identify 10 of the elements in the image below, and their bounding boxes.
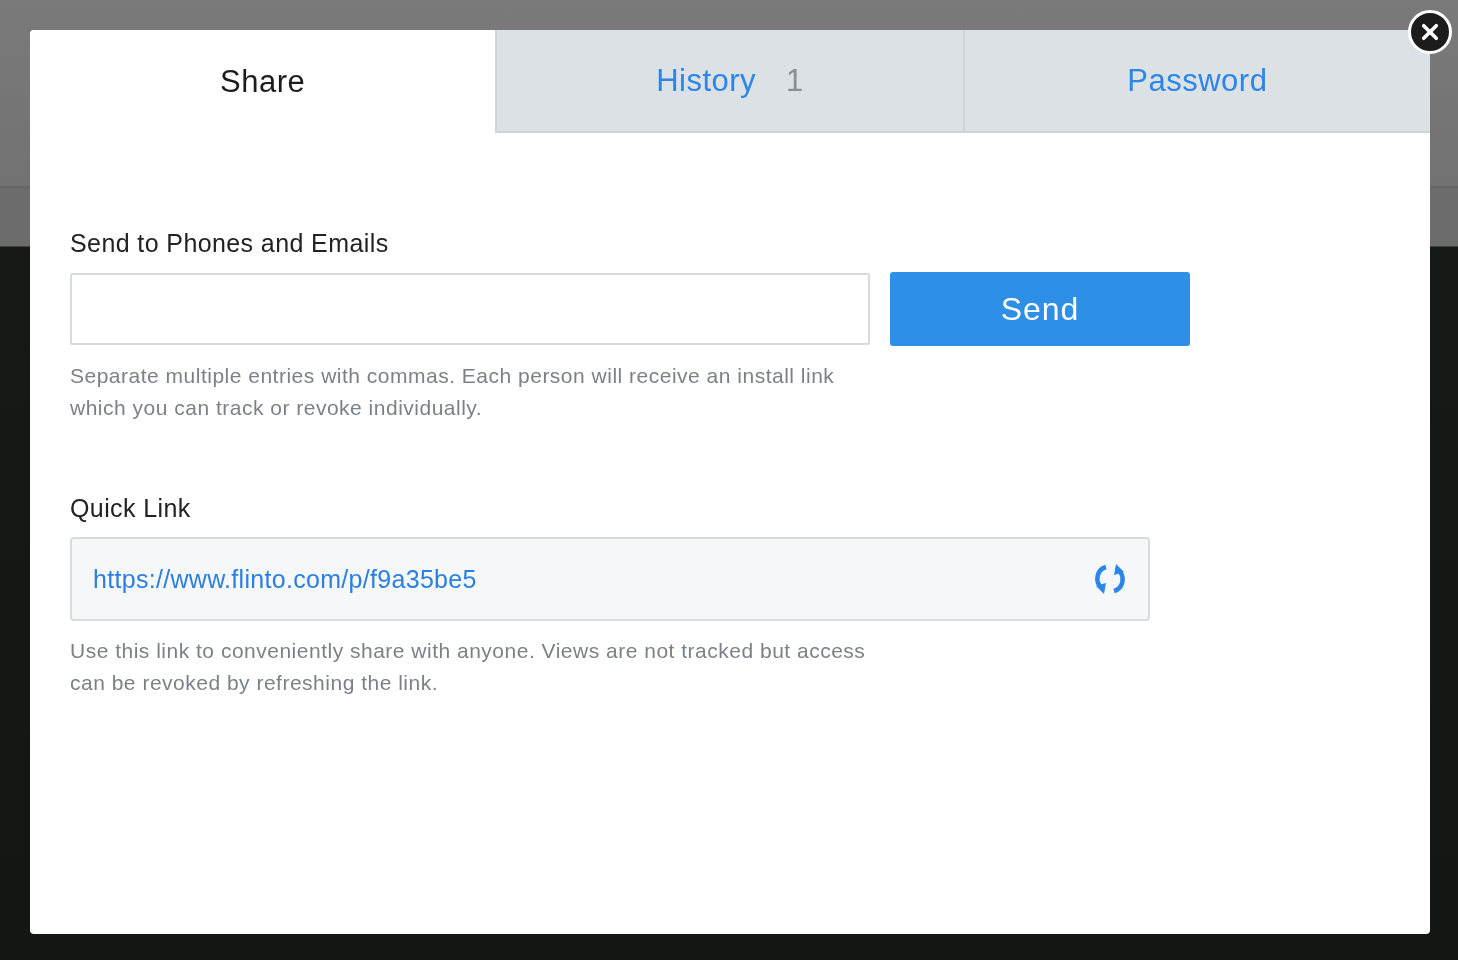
dialog-tab[interactable]: History 1	[495, 30, 963, 133]
help-text: Separate multiple entries with commas. Each person will receive an install link which you can track or revoke individually.	[70, 363, 836, 421]
quick-link[interactable]: https://www.flinto.com/p/f9a35be5	[93, 564, 477, 594]
send-button[interactable]: Send	[890, 272, 1190, 346]
help-text: Use this link to conveniently share with anyone. Views are not tracked but access can be revoked by refreshing the link.	[70, 638, 867, 696]
close-icon	[1421, 23, 1439, 41]
field-label: Send to Phones and Emails	[70, 229, 390, 258]
recipients-input-field[interactable]	[70, 273, 870, 345]
field-label: Quick Link	[70, 494, 192, 523]
dialog-tab[interactable]: Password	[962, 30, 1430, 133]
